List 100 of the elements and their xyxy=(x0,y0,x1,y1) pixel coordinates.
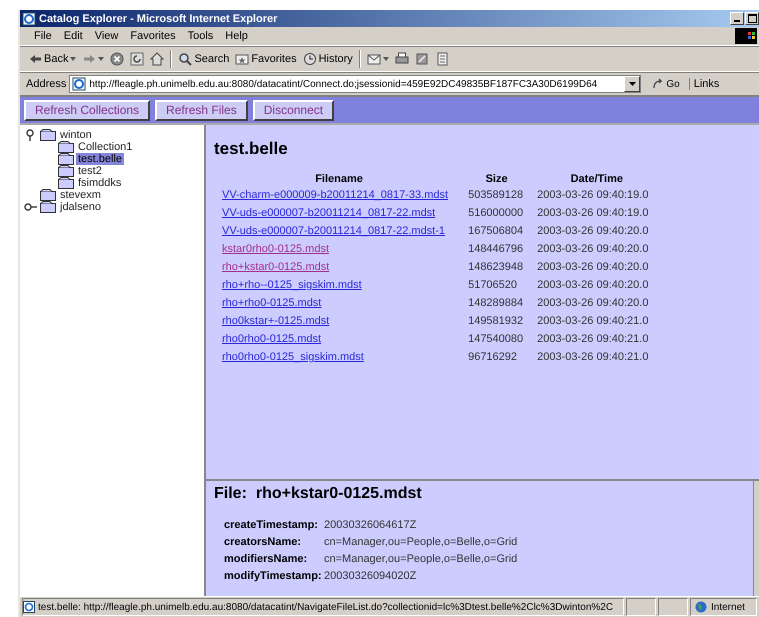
refresh-icon xyxy=(130,52,144,66)
file-name: rho+kstar0-0125.mdst xyxy=(256,485,422,503)
scroll-bar[interactable] xyxy=(753,481,759,596)
forward-arrow-icon xyxy=(82,52,96,66)
table-cell-text: 2003-03-26 09:40:19.0 xyxy=(537,188,650,203)
go-arrow-icon xyxy=(652,78,664,90)
collapsed-toggle-icon[interactable] xyxy=(24,201,38,213)
folder-icon xyxy=(40,129,56,141)
table-cell-text: 51706520 xyxy=(467,278,518,293)
menu-item[interactable]: Favorites xyxy=(124,30,182,42)
column-header: Date/Time xyxy=(570,173,624,187)
favorites-button[interactable]: Favorites xyxy=(235,52,297,66)
attribute-value: 20030326064617Z xyxy=(324,519,418,531)
mail-button[interactable] xyxy=(366,52,389,66)
search-button[interactable]: Search xyxy=(178,52,230,66)
folder-icon xyxy=(58,141,74,153)
menu-item[interactable]: File xyxy=(28,30,58,42)
links-button[interactable]: Links xyxy=(688,78,720,90)
table-cell-text: 2003-03-26 09:40:20.0 xyxy=(537,242,650,257)
menu-item[interactable]: Edit xyxy=(58,30,89,42)
folder-icon xyxy=(58,153,74,165)
attribute-name: modifyTimestamp: xyxy=(224,570,323,582)
file-label: File: xyxy=(214,485,247,503)
page-button[interactable]: Refresh Collections xyxy=(24,100,150,120)
table-cell-text: 2003-03-26 09:40:20.0 xyxy=(537,278,650,293)
magnifier-icon xyxy=(178,52,192,66)
file-link[interactable]: VV-uds-e000007-b20011214_0817-22.mdst-1 xyxy=(222,225,446,237)
address-field[interactable]: http://fleagle.ph.unimelb.edu.au:8080/datacatint/Connect.do;jsessionid=459E92DC49835BF187FC3A30D6199D64 xyxy=(69,75,642,93)
file-link[interactable]: VV-charm-e000009-b20011214_0817-33.mdst xyxy=(222,189,448,201)
home-icon xyxy=(150,52,164,66)
edit-button[interactable] xyxy=(414,52,429,66)
collection-title: test.belle xyxy=(214,139,289,159)
status-pane xyxy=(658,598,688,616)
minimize-icon xyxy=(734,20,740,22)
window-title: Catalog Explorer - Microsoft Internet Explorer xyxy=(39,12,278,24)
page-button[interactable]: Refresh Files xyxy=(155,100,248,120)
file-link[interactable]: rho0kstar+-0125.mdst xyxy=(222,315,330,327)
folder-icon xyxy=(40,189,56,201)
table-cell-text: 96716292 xyxy=(467,350,518,365)
address-label: Address xyxy=(26,78,66,90)
tree-item[interactable]: winton xyxy=(58,129,94,141)
attribute-name: creatorsName: xyxy=(224,536,302,548)
maximize-button[interactable] xyxy=(745,12,759,25)
go-button[interactable]: Go xyxy=(644,78,686,90)
table-cell-text: 167506804 xyxy=(467,224,524,239)
back-arrow-icon xyxy=(28,52,42,66)
printer-icon xyxy=(394,52,409,66)
attribute-value: cn=Manager,ou=People,o=Belle,o=Grid xyxy=(324,536,518,548)
page-icon xyxy=(23,601,35,613)
minimize-button[interactable] xyxy=(730,12,744,25)
document-icon xyxy=(434,52,449,66)
print-button[interactable] xyxy=(394,52,409,66)
back-button[interactable]: Back xyxy=(28,52,76,66)
stop-button[interactable] xyxy=(110,52,124,66)
folder-icon xyxy=(40,201,56,213)
folder-icon xyxy=(58,165,74,177)
table-cell-text: 147540080 xyxy=(467,332,524,347)
menu-item[interactable]: Help xyxy=(219,30,254,42)
status-pane xyxy=(626,598,656,616)
file-link[interactable]: VV-uds-e000007-b20011214_0817-22.mdst xyxy=(222,207,436,219)
tree-item[interactable]: jdalseno xyxy=(58,201,103,213)
tree-item[interactable]: Collection1 xyxy=(76,141,134,153)
table-cell-text: 2003-03-26 09:40:20.0 xyxy=(537,296,650,311)
mail-icon xyxy=(366,52,381,66)
dropdown-arrow-icon xyxy=(628,82,636,86)
file-link[interactable]: rho0rho0-0125_sigskim.mdst xyxy=(222,351,364,363)
refresh-button[interactable] xyxy=(130,52,144,66)
table-cell-text: 148446796 xyxy=(467,242,524,257)
discuss-button[interactable] xyxy=(434,52,449,66)
page-button[interactable]: Disconnect xyxy=(252,100,334,120)
page-icon xyxy=(72,77,86,91)
menu-item[interactable]: Tools xyxy=(182,30,220,42)
file-link[interactable]: kstar0rho0-0125.mdst xyxy=(222,243,329,255)
attribute-name: modifiersName: xyxy=(224,553,308,565)
tree-item[interactable]: stevexm xyxy=(58,189,103,201)
dropdown-arrow-icon xyxy=(70,57,76,61)
history-button[interactable]: History xyxy=(302,52,353,66)
edit-page-icon xyxy=(414,52,429,66)
table-cell-text: 148623948 xyxy=(467,260,524,275)
column-header: Size xyxy=(484,173,509,187)
table-cell-text: 503589128 xyxy=(467,188,524,203)
browser-icon xyxy=(22,12,36,26)
table-cell-text: 2003-03-26 09:40:20.0 xyxy=(537,260,650,275)
file-link[interactable]: rho+rho--0125_sigskim.mdst xyxy=(222,279,362,291)
tree-item[interactable]: fsimddks xyxy=(76,177,124,189)
file-link[interactable]: rho0rho0-0125.mdst xyxy=(222,333,322,345)
tree-item[interactable]: test2 xyxy=(76,165,104,177)
file-link[interactable]: rho+kstar0-0125.mdst xyxy=(222,261,330,273)
dropdown-button[interactable] xyxy=(624,76,640,92)
table-cell-text: 2003-03-26 09:40:21.0 xyxy=(537,350,650,365)
table-cell-text: 2003-03-26 09:40:20.0 xyxy=(537,224,650,239)
tree-item[interactable]: test.belle xyxy=(76,153,124,165)
stop-icon xyxy=(110,52,124,66)
file-link[interactable]: rho+rho0-0125.mdst xyxy=(222,297,322,309)
maximize-icon xyxy=(748,14,756,23)
attribute-name: createTimestamp: xyxy=(224,519,319,531)
forward-button[interactable] xyxy=(82,52,104,66)
home-button[interactable] xyxy=(150,52,164,66)
table-cell-text: 2003-03-26 09:40:21.0 xyxy=(537,314,650,329)
menu-item[interactable]: View xyxy=(88,30,124,42)
